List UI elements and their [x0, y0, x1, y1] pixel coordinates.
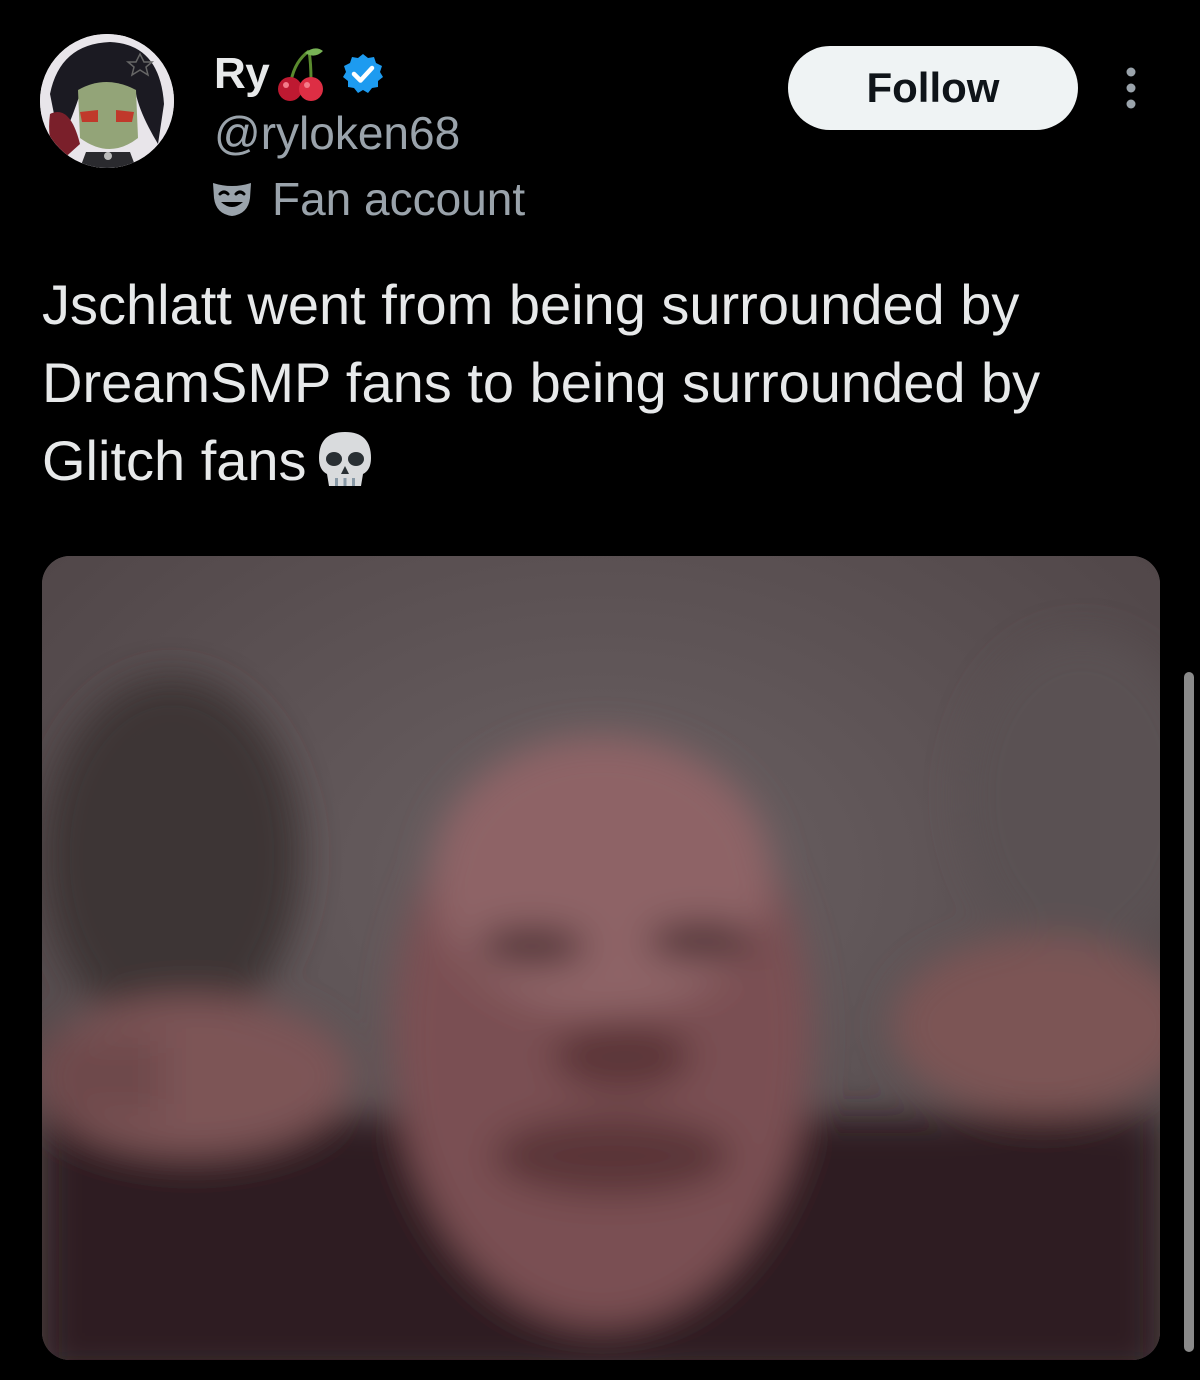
author-handle[interactable]: @ryloken68 [214, 106, 460, 160]
scrollbar[interactable] [1184, 672, 1194, 1352]
media-photo [42, 556, 1160, 1360]
display-name[interactable]: Ry [214, 49, 270, 99]
more-options-icon[interactable] [1118, 64, 1144, 112]
avatar-image [40, 34, 174, 168]
tweet-media-image[interactable] [42, 556, 1160, 1360]
avatar[interactable] [40, 34, 174, 168]
follow-button[interactable]: Follow [788, 46, 1078, 130]
cherry-icon [275, 45, 325, 103]
tweet-text-body: Jschlatt went from being surrounded by D… [42, 273, 1041, 492]
profile-label: Fan account [210, 172, 525, 226]
profile-label-text: Fan account [272, 173, 526, 225]
verified-badge-icon[interactable] [341, 52, 385, 96]
tweet: Ry @ryloken68 Fan account Follow Jschlat… [0, 0, 1200, 1380]
theater-mask-icon [213, 183, 251, 216]
author-name-row[interactable]: Ry [214, 42, 385, 106]
skull-icon [315, 428, 375, 492]
tweet-text: Jschlatt went from being surrounded by D… [42, 266, 1162, 500]
